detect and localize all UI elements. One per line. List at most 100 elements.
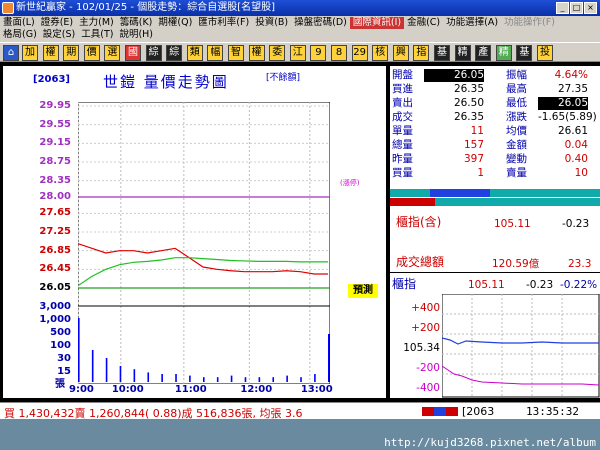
menu-item[interactable]: 功能選擇(A) bbox=[443, 17, 501, 29]
menu-item[interactable]: 投資(B) bbox=[252, 17, 291, 29]
index-label: 櫃指(含) bbox=[396, 215, 442, 229]
menu-item[interactable]: 國際資訊(I) bbox=[349, 17, 405, 29]
menu-item[interactable]: 畫面(L) bbox=[0, 17, 38, 29]
time-tick: 9:00 bbox=[69, 384, 94, 395]
toolbar-button[interactable]: 類 bbox=[186, 45, 203, 61]
index-change: -0.23 bbox=[562, 218, 590, 230]
toolbar-button[interactable]: 智 bbox=[228, 45, 244, 61]
home-icon[interactable]: ⌂ bbox=[3, 45, 19, 61]
toolbar-button[interactable]: 產 bbox=[475, 45, 492, 61]
chart-tag[interactable]: [不餘額] bbox=[266, 70, 300, 83]
volume-unit: 張 bbox=[55, 379, 65, 390]
status-indicator bbox=[422, 407, 458, 416]
toolbar-button[interactable]: 8 bbox=[331, 45, 347, 61]
quote-label: 成交 bbox=[392, 111, 413, 123]
mini-chart-label: 櫃指 bbox=[392, 277, 417, 291]
volume-bar bbox=[230, 375, 233, 382]
watermark-url: http://kujd3268.pixnet.net/album bbox=[384, 436, 596, 449]
quote-label: 賣量 bbox=[506, 167, 527, 179]
volume-tick: 500 bbox=[50, 327, 71, 338]
quote-label: 開盤 bbox=[392, 69, 413, 81]
index-mini-chart bbox=[442, 294, 600, 398]
toolbar-button[interactable]: 基 bbox=[434, 45, 450, 61]
quote-label: 漲跌 bbox=[506, 111, 527, 123]
quote-value: 27.35 bbox=[557, 83, 588, 95]
toolbar-button[interactable]: 基 bbox=[516, 45, 533, 61]
toolbar-button[interactable]: 權 bbox=[248, 45, 265, 61]
toolbar-button[interactable]: 9 bbox=[310, 45, 327, 61]
volume-bar bbox=[189, 375, 191, 382]
menu-item[interactable]: 主力(M) bbox=[76, 17, 117, 29]
stock-code: [2063] bbox=[33, 74, 70, 85]
bottom-strip: http://kujd3268.pixnet.net/album bbox=[0, 419, 600, 450]
toolbar-button[interactable]: 綜 bbox=[145, 45, 162, 61]
main-area: [2063] 世鎧 量價走勢圖 [不餘額] 29.95 29.55 29.15 28.… bbox=[0, 62, 600, 402]
toolbar-button[interactable]: 權 bbox=[42, 45, 59, 61]
toolbar-button[interactable]: 核 bbox=[372, 45, 389, 61]
menu-row-2: 格局(G) 設定(S) 工具(T) 說明(H) bbox=[0, 29, 156, 41]
quote-value: 26.50 bbox=[453, 97, 484, 109]
menu-item[interactable]: 匯市利率(F) bbox=[195, 17, 252, 29]
mini-tick: +200 bbox=[411, 322, 440, 334]
price-tick: 26.45 bbox=[39, 263, 71, 275]
quote-value: -1.65(5.89) bbox=[538, 111, 597, 123]
menu-item[interactable]: 設定(S) bbox=[40, 29, 78, 41]
volume-bar bbox=[314, 374, 316, 382]
quote-value: 10 bbox=[574, 167, 588, 179]
toolbar-button[interactable]: 價 bbox=[83, 45, 100, 61]
menu-item[interactable]: 功能操作(F) bbox=[501, 17, 558, 29]
time-tick: 11:00 bbox=[174, 384, 207, 395]
volume-bar bbox=[216, 377, 219, 382]
quote-label: 變動 bbox=[506, 153, 527, 165]
menu-item[interactable]: 操盤密碼(D) bbox=[291, 17, 350, 29]
toolbar-button[interactable]: 精 bbox=[495, 45, 512, 61]
predict-button[interactable]: 預測 bbox=[348, 284, 378, 298]
app-icon[interactable] bbox=[2, 2, 14, 14]
volume-bar bbox=[258, 377, 261, 382]
menu-item[interactable]: 工具(T) bbox=[78, 29, 116, 41]
volume-bar bbox=[105, 358, 108, 382]
volume-bar bbox=[300, 377, 302, 382]
close-button[interactable]: × bbox=[584, 2, 597, 14]
quote-label: 最低 bbox=[506, 97, 527, 109]
maximize-button[interactable]: □ bbox=[570, 2, 583, 14]
mini-chart-change: -0.23 bbox=[526, 279, 554, 291]
turnover-change: 23.3 bbox=[568, 258, 592, 270]
volume-tick: 1,000 bbox=[39, 314, 71, 325]
minimize-button[interactable]: _ bbox=[556, 2, 569, 14]
price-tick: 26.85 bbox=[39, 244, 71, 256]
window-title: 新世紀贏家 - 102/01/25 - 個股走勢：綜合自選股[名望股] bbox=[16, 2, 276, 13]
toolbar-button[interactable]: 期 bbox=[63, 45, 80, 61]
menu-item[interactable]: 籌碼(K) bbox=[117, 17, 156, 29]
toolbar-button[interactable]: 國 bbox=[125, 45, 141, 61]
menu-item[interactable]: 期權(Q) bbox=[155, 17, 195, 29]
volume-bar bbox=[91, 350, 94, 382]
turnover-value: 120.59億 bbox=[492, 258, 540, 270]
volume-tick: 100 bbox=[50, 340, 71, 351]
menu-item[interactable]: 說明(H) bbox=[116, 29, 156, 41]
toolbar-button[interactable]: 投 bbox=[537, 45, 553, 61]
toolbar-button[interactable]: 精 bbox=[454, 45, 471, 61]
quote-label: 昨量 bbox=[392, 153, 413, 165]
toolbar-button[interactable]: 選 bbox=[104, 45, 121, 61]
toolbar-button[interactable]: 綜 bbox=[166, 45, 183, 61]
menu-item[interactable]: 金融(C) bbox=[404, 17, 443, 29]
status-code[interactable]: [2063 bbox=[462, 405, 494, 418]
mini-chart-percent: -0.22% bbox=[560, 279, 598, 291]
toolbar-button[interactable]: 江 bbox=[289, 45, 306, 61]
price-tick: 27.65 bbox=[39, 207, 71, 219]
toolbar-button[interactable]: 29 bbox=[351, 45, 368, 61]
quote-value: 26.35 bbox=[453, 83, 484, 95]
volume-bar bbox=[133, 369, 136, 382]
menu-item[interactable]: 證券(E) bbox=[38, 17, 76, 29]
toolbar-button[interactable]: 指 bbox=[413, 45, 430, 61]
toolbar-button[interactable]: 加 bbox=[22, 45, 38, 61]
quote-value: 0.04 bbox=[564, 139, 588, 151]
toolbar-button[interactable]: 委 bbox=[269, 45, 286, 61]
quote-label: 買進 bbox=[392, 83, 413, 95]
toolbar-button[interactable]: 幅 bbox=[207, 45, 224, 61]
volume-tick: 15 bbox=[57, 366, 71, 377]
quote-value: 26.05 bbox=[538, 97, 588, 110]
menu-item[interactable]: 格局(G) bbox=[0, 29, 40, 41]
toolbar-button[interactable]: 興 bbox=[392, 45, 409, 61]
